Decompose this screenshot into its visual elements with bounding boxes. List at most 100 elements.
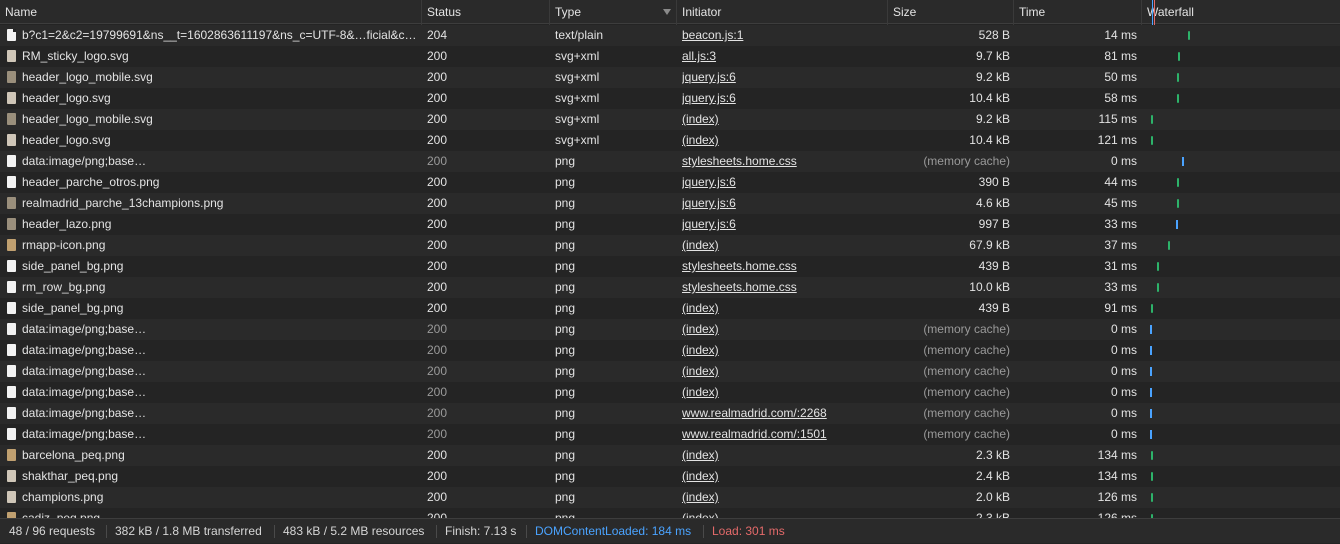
table-row[interactable]: shakthar_peq.png 200 png (index) 2.4 kB 134 m…: [0, 466, 1340, 487]
table-row[interactable]: data:image/png;base… 200 png (index) (memory…: [0, 361, 1340, 382]
waterfall-timing-bar[interactable]: [1157, 262, 1159, 271]
request-initiator-link[interactable]: (index): [682, 109, 887, 130]
waterfall-timing-bar[interactable]: [1150, 367, 1152, 376]
request-name[interactable]: data:image/png;base…: [22, 403, 420, 424]
request-name[interactable]: data:image/png;base…: [22, 361, 420, 382]
request-name[interactable]: header_lazo.png: [22, 214, 420, 235]
waterfall-timing-bar[interactable]: [1150, 409, 1152, 418]
request-name[interactable]: data:image/png;base…: [22, 340, 420, 361]
table-row[interactable]: rm_row_bg.png 200 png stylesheets.home.css 1…: [0, 277, 1340, 298]
waterfall-timing-bar[interactable]: [1182, 157, 1184, 166]
waterfall-timing-bar[interactable]: [1176, 220, 1178, 229]
waterfall-timing-bar[interactable]: [1151, 304, 1153, 313]
waterfall-timing-bar[interactable]: [1157, 283, 1159, 292]
table-row[interactable]: data:image/png;base… 200 png stylesheets.ho…: [0, 151, 1340, 172]
request-initiator-link[interactable]: (index): [682, 445, 887, 466]
request-name[interactable]: data:image/png;base…: [22, 319, 420, 340]
request-initiator-link[interactable]: (index): [682, 382, 887, 403]
table-row[interactable]: data:image/png;base… 200 png (index) (memory…: [0, 382, 1340, 403]
request-initiator-link[interactable]: (index): [682, 235, 887, 256]
column-header-time[interactable]: Time: [1014, 0, 1141, 24]
column-header-type[interactable]: Type: [550, 0, 676, 24]
waterfall-timing-bar[interactable]: [1150, 346, 1152, 355]
request-initiator-link[interactable]: jquery.js:6: [682, 172, 887, 193]
request-initiator-link[interactable]: jquery.js:6: [682, 88, 887, 109]
table-row[interactable]: realmadrid_parche_13champions.png 200 png j…: [0, 193, 1340, 214]
request-name[interactable]: header_logo.svg: [22, 130, 420, 151]
table-row[interactable]: header_logo_mobile.svg 200 svg+xml jquery.j…: [0, 67, 1340, 88]
waterfall-timing-bar[interactable]: [1188, 31, 1190, 40]
waterfall-timing-bar[interactable]: [1151, 115, 1153, 124]
table-row[interactable]: b?c1=2&c2=19799691&ns__t=1602863611197&n…: [0, 25, 1340, 46]
request-name[interactable]: barcelona_peq.png: [22, 445, 420, 466]
table-row[interactable]: data:image/png;base… 200 png www.realmadrid…: [0, 424, 1340, 445]
table-row[interactable]: header_lazo.png 200 png jquery.js:6 997 B 33 …: [0, 214, 1340, 235]
request-name[interactable]: rmapp-icon.png: [22, 235, 420, 256]
request-name[interactable]: realmadrid_parche_13champions.png: [22, 193, 420, 214]
column-header-name[interactable]: Name: [0, 0, 421, 24]
request-initiator-link[interactable]: (index): [682, 466, 887, 487]
request-initiator-link[interactable]: stylesheets.home.css: [682, 151, 887, 172]
request-initiator-link[interactable]: (index): [682, 487, 887, 508]
waterfall-timing-bar[interactable]: [1151, 451, 1153, 460]
waterfall-timing-bar[interactable]: [1177, 199, 1179, 208]
table-row[interactable]: side_panel_bg.png 200 png stylesheets.home.…: [0, 256, 1340, 277]
request-name[interactable]: RM_sticky_logo.svg: [22, 46, 420, 67]
table-row[interactable]: barcelona_peq.png 200 png (index) 2.3 kB 134 …: [0, 445, 1340, 466]
request-name[interactable]: side_panel_bg.png: [22, 256, 420, 277]
request-initiator-link[interactable]: www.realmadrid.com/:2268: [682, 403, 887, 424]
waterfall-timing-bar[interactable]: [1177, 94, 1179, 103]
table-row[interactable]: header_logo.svg 200 svg+xml jquery.js:6 10.4…: [0, 88, 1340, 109]
table-row[interactable]: data:image/png;base… 200 png www.realmadrid…: [0, 403, 1340, 424]
table-row[interactable]: RM_sticky_logo.svg 200 svg+xml all.js:3 9.7 …: [0, 46, 1340, 67]
request-name[interactable]: b?c1=2&c2=19799691&ns__t=1602863611197&n…: [22, 25, 420, 46]
request-initiator-link[interactable]: (index): [682, 130, 887, 151]
request-initiator-link[interactable]: stylesheets.home.css: [682, 256, 887, 277]
request-name[interactable]: shakthar_peq.png: [22, 466, 420, 487]
waterfall-timing-bar[interactable]: [1150, 430, 1152, 439]
request-initiator-link[interactable]: (index): [682, 340, 887, 361]
table-row[interactable]: data:image/png;base… 200 png (index) (memory…: [0, 319, 1340, 340]
request-name[interactable]: side_panel_bg.png: [22, 298, 420, 319]
waterfall-timing-bar[interactable]: [1150, 325, 1152, 334]
request-initiator-link[interactable]: all.js:3: [682, 46, 887, 67]
request-name[interactable]: data:image/png;base…: [22, 382, 420, 403]
table-row[interactable]: champions.png 200 png (index) 2.0 kB 126 ms: [0, 487, 1340, 508]
request-name[interactable]: data:image/png;base…: [22, 424, 420, 445]
request-name[interactable]: data:image/png;base…: [22, 151, 420, 172]
request-initiator-link[interactable]: (index): [682, 508, 887, 518]
request-name[interactable]: header_logo.svg: [22, 88, 420, 109]
waterfall-timing-bar[interactable]: [1151, 472, 1153, 481]
request-name[interactable]: cadiz_peq.png: [22, 508, 420, 518]
column-header-initiator[interactable]: Initiator: [677, 0, 887, 24]
request-initiator-link[interactable]: jquery.js:6: [682, 214, 887, 235]
table-row[interactable]: side_panel_bg.png 200 png (index) 439 B 91 ms: [0, 298, 1340, 319]
waterfall-timing-bar[interactable]: [1151, 136, 1153, 145]
request-initiator-link[interactable]: beacon.js:1: [682, 25, 887, 46]
request-initiator-link[interactable]: www.realmadrid.com/:1501: [682, 424, 887, 445]
request-initiator-link[interactable]: jquery.js:6: [682, 67, 887, 88]
waterfall-timing-bar[interactable]: [1177, 178, 1179, 187]
request-initiator-link[interactable]: (index): [682, 361, 887, 382]
table-row[interactable]: data:image/png;base… 200 png (index) (memory…: [0, 340, 1340, 361]
request-initiator-link[interactable]: (index): [682, 319, 887, 340]
table-row[interactable]: header_parche_otros.png 200 png jquery.js:6…: [0, 172, 1340, 193]
waterfall-timing-bar[interactable]: [1177, 73, 1179, 82]
column-header-size[interactable]: Size: [888, 0, 1013, 24]
table-row[interactable]: header_logo_mobile.svg 200 svg+xml (index) 9…: [0, 109, 1340, 130]
request-name[interactable]: rm_row_bg.png: [22, 277, 420, 298]
request-name[interactable]: header_logo_mobile.svg: [22, 67, 420, 88]
request-initiator-link[interactable]: (index): [682, 298, 887, 319]
column-header-status[interactable]: Status: [422, 0, 549, 24]
request-name[interactable]: header_logo_mobile.svg: [22, 109, 420, 130]
waterfall-timing-bar[interactable]: [1178, 52, 1180, 61]
table-row[interactable]: cadiz_peq.png 200 png (index) 2.3 kB 126 ms: [0, 508, 1340, 518]
waterfall-timing-bar[interactable]: [1150, 388, 1152, 397]
table-row[interactable]: rmapp-icon.png 200 png (index) 67.9 kB 37 ms: [0, 235, 1340, 256]
request-name[interactable]: champions.png: [22, 487, 420, 508]
waterfall-timing-bar[interactable]: [1168, 241, 1170, 250]
request-name[interactable]: header_parche_otros.png: [22, 172, 420, 193]
table-row[interactable]: header_logo.svg 200 svg+xml (index) 10.4 kB 1…: [0, 130, 1340, 151]
request-initiator-link[interactable]: jquery.js:6: [682, 193, 887, 214]
waterfall-timing-bar[interactable]: [1151, 493, 1153, 502]
